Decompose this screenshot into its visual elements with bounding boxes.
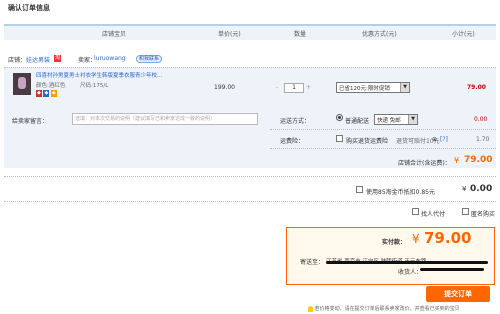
chevron-down-icon: ▼ (400, 83, 409, 92)
product-thumbnail[interactable] (13, 73, 31, 95)
seller-name-link[interactable]: luruowang (94, 55, 126, 62)
contact-seller-button[interactable]: 和我联系 (136, 55, 163, 63)
coins-label: 使用85淘金币抵扣0.85元 (366, 189, 435, 196)
header-subtotal: 小计(元) (452, 31, 475, 38)
discount-select-value: 已省120元:限时促销 (339, 86, 390, 92)
shipping-option-label: 普通配送 (345, 118, 370, 125)
insurance-checkbox[interactable] (336, 135, 343, 142)
item-subtotal: 79.00 (467, 84, 486, 91)
unit-price: 199.00 (214, 84, 235, 91)
receiver-label: 收货人： (398, 269, 423, 276)
insurance-label: 运费险： (280, 138, 305, 145)
redaction-scribble (326, 261, 488, 264)
message-label: 给卖家留言： (12, 118, 49, 125)
header-price: 单价(元) (218, 31, 241, 38)
checkbox-icon (462, 208, 469, 215)
payment-value: 79.00 (424, 229, 472, 247)
guarantee-icon: ◆ (43, 90, 50, 97)
divider (4, 201, 496, 202)
shop-total-currency: ¥ (454, 156, 460, 165)
checkbox-icon (356, 186, 363, 193)
price-warning: 若价格变动，请在提交订单后联系卖家改价，并查看已买到的宝贝 (308, 305, 460, 312)
insurance-help-link[interactable]: [?] (440, 136, 448, 143)
shipping-label: 运送方式： (280, 118, 311, 125)
shop-label: 店铺： (8, 57, 27, 64)
discount-select[interactable]: 已省120元:限时促销 ▼ (336, 82, 410, 93)
promo-icon: ◆ (36, 90, 42, 97)
divider (270, 148, 496, 149)
payment-label: 实付款： (382, 239, 407, 246)
payment-currency: ¥ (412, 232, 420, 246)
page-title: 确认订单信息 (8, 4, 50, 12)
proxy-pay-label: 找人代付 (421, 211, 446, 218)
checkbox-icon (336, 135, 343, 142)
address-label: 寄送至： (300, 259, 325, 266)
shop-row: 店铺： 娃达男装 淘 卖家： luruowang 和我联系 (8, 55, 308, 65)
shipping-fee: 0.00 (474, 116, 488, 123)
shipping-select-value: 快递 免邮 (377, 118, 401, 124)
return-icon: ◆ (50, 90, 57, 97)
shop-total-label: 店铺合计(含运费)： (398, 160, 451, 167)
submit-order-button[interactable]: 提交订单 (426, 286, 490, 302)
insurance-fee: 1.70 (476, 136, 490, 143)
price-warning-text: 若价格变动，请在提交订单后联系卖家改价，并查看已买到的宝贝 (314, 306, 460, 312)
header-discount: 优惠方式(元) (362, 31, 397, 38)
chevron-down-icon: ▼ (408, 115, 417, 124)
coins-value: 0.00 (470, 184, 493, 194)
product-color: 颜色:酒红色 (36, 83, 66, 89)
insurance-option-label: 购买退货运费险 (346, 138, 389, 145)
shipping-select[interactable]: 快递 免邮 ▼ (374, 114, 418, 125)
checkbox-icon (412, 208, 419, 215)
product-title-link[interactable]: 四喜村孙男夏男士衬衣学生韩版夏季衣服青少年校... (36, 71, 162, 79)
coins-checkbox[interactable] (356, 186, 363, 193)
taobao-badge-icon: 淘 (54, 55, 62, 62)
header-qty: 数量 (294, 31, 307, 38)
qty-decrease-button[interactable]: - (276, 84, 278, 91)
shipping-radio[interactable] (336, 114, 343, 121)
bulb-icon (308, 305, 313, 312)
shop-total-value: 79.00 (464, 155, 493, 165)
item-badges: ◆ ◆ ◆ (36, 90, 57, 97)
product-size: 尺码:175/L (80, 83, 109, 89)
anonymous-label: 匿名购买 (471, 211, 496, 218)
info-icon: ⊕ (432, 136, 438, 143)
shop-name-link[interactable]: 娃达男装 (26, 55, 50, 64)
proxy-pay-checkbox[interactable] (412, 208, 419, 215)
table-header: 店铺宝贝 单价(元) 数量 优惠方式(元) 小计(元) (4, 24, 496, 40)
divider (270, 129, 496, 130)
anonymous-checkbox[interactable] (462, 208, 469, 215)
message-input[interactable]: 选填：对本次交易的说明（建议填写已和卖家达成一致的说明） (72, 113, 258, 125)
qty-increase-button[interactable]: + (306, 84, 311, 91)
redaction-scribble (420, 268, 484, 271)
coins-currency: ¥ (462, 185, 467, 193)
quantity-input[interactable]: 1 (284, 83, 304, 93)
divider (4, 176, 496, 177)
header-item: 店铺宝贝 (102, 31, 127, 38)
radio-selected-icon (336, 114, 343, 121)
